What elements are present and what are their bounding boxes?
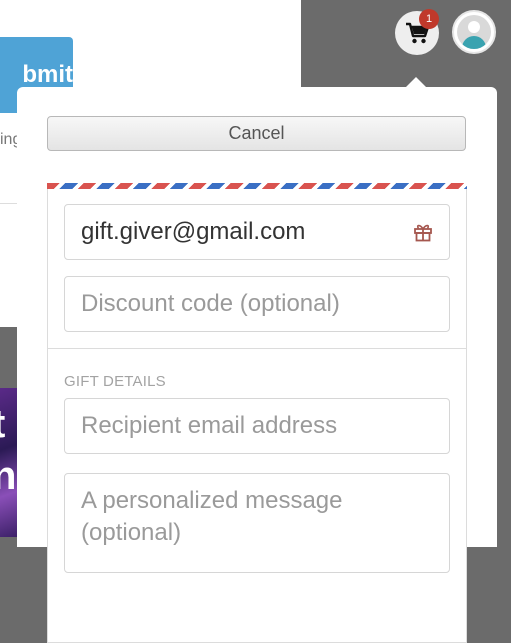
avatar[interactable] bbox=[452, 10, 496, 54]
email-value: gift.giver@gmail.com bbox=[81, 218, 306, 245]
gift-icon[interactable] bbox=[413, 222, 433, 242]
user-avatar-icon bbox=[457, 15, 491, 49]
section-divider bbox=[48, 348, 466, 349]
cart-count-badge: 1 bbox=[419, 9, 439, 29]
background-image-text: tn bbox=[0, 402, 17, 498]
gift-details-heading: GIFT DETAILS bbox=[64, 373, 166, 390]
airmail-border bbox=[47, 183, 467, 189]
recipient-email-input[interactable]: Recipient email address bbox=[64, 398, 450, 454]
personalized-message-textarea[interactable]: A personalized message (optional) bbox=[64, 473, 450, 573]
gift-form-card: gift.giver@gmail.com Discount code (opti… bbox=[47, 183, 467, 643]
email-field[interactable]: gift.giver@gmail.com bbox=[64, 204, 450, 260]
cancel-button[interactable]: Cancel bbox=[47, 116, 466, 151]
discount-code-input[interactable]: Discount code (optional) bbox=[64, 276, 450, 332]
checkout-panel: Cancel gift.giver@gmail.com Discount cod… bbox=[17, 87, 497, 643]
